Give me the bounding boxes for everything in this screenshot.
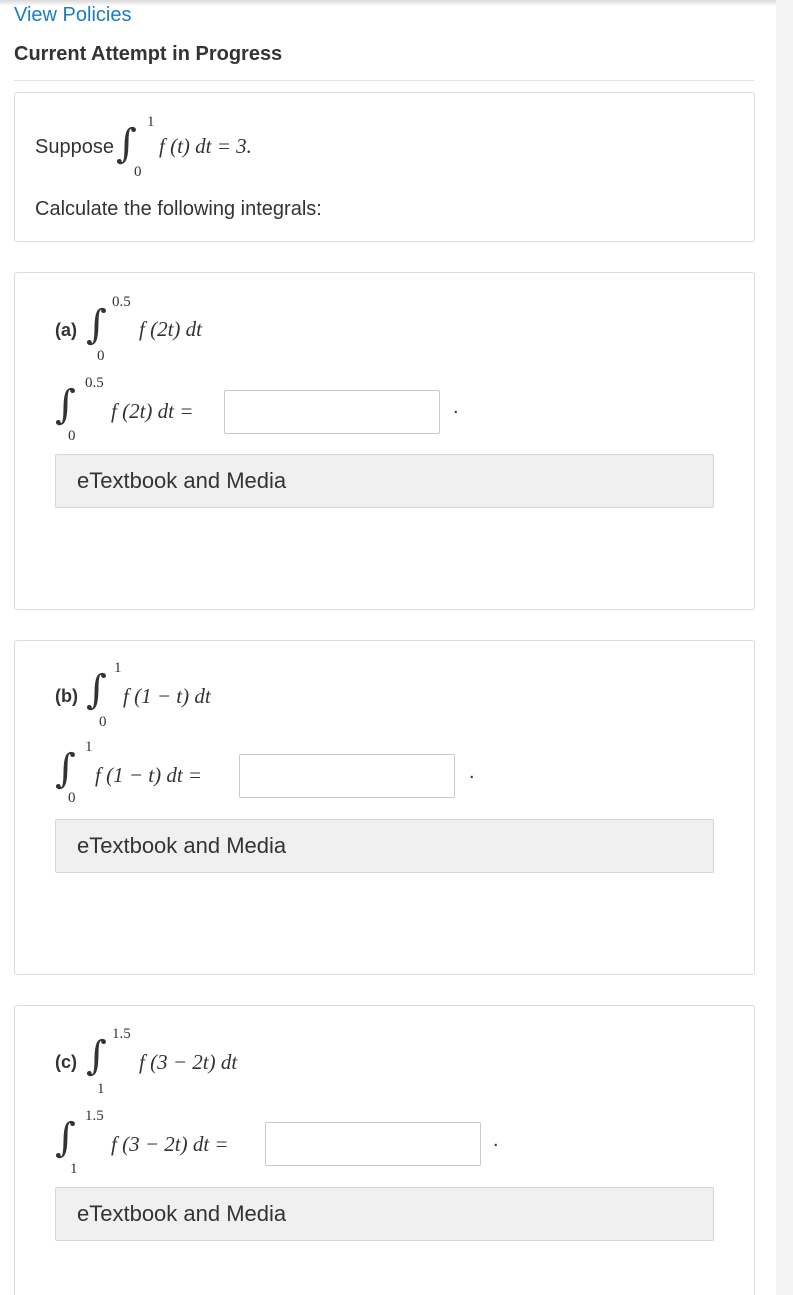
scrollbar-track[interactable] — [776, 0, 793, 1295]
answer-input[interactable] — [239, 754, 455, 798]
integral-sign-icon: ∫ — [86, 302, 107, 348]
lower-limit: 0 — [99, 714, 107, 730]
lower-limit: 0 — [68, 428, 76, 444]
part-label: (b) — [55, 686, 78, 706]
upper-limit: 1 — [85, 739, 93, 755]
part-c-card: (c) ∫ 1.5 1 f (3 − 2t) dt ∫ 1.5 1 f (3 −… — [14, 1005, 755, 1295]
divider — [14, 80, 754, 81]
part-a-card: (a) ∫ 0.5 0 f (2t) dt ∫ 0.5 0 f (2t) dt … — [14, 272, 755, 610]
upper-limit: 0.5 — [112, 294, 131, 310]
part-b-card: (b) ∫ 1 0 f (1 − t) dt ∫ 1 0 f (1 − t) d… — [14, 640, 755, 975]
lower-limit: 0 — [134, 164, 142, 180]
question-integrand: f (1 − t) dt — [123, 684, 211, 708]
question-integrand: f (3 − 2t) dt — [139, 1050, 238, 1074]
etextbook-media-button[interactable]: eTextbook and Media — [55, 1187, 714, 1241]
instruction-text: Calculate the following integrals: — [35, 198, 322, 220]
integral-sign-icon: ∫ — [55, 382, 76, 428]
answer-input[interactable] — [224, 390, 440, 434]
integral-sign-icon: ∫ — [55, 746, 76, 792]
upper-limit: 1.5 — [112, 1026, 131, 1042]
period: . — [469, 761, 475, 783]
lower-limit: 1 — [70, 1161, 78, 1177]
upper-limit: 0.5 — [85, 375, 104, 391]
part-label: (a) — [55, 320, 77, 340]
given-integrand: f (t) dt = 3. — [159, 134, 252, 158]
upper-limit: 1.5 — [85, 1108, 104, 1124]
integral-sign-icon: ∫ — [116, 121, 137, 167]
upper-limit: 1 — [114, 660, 122, 676]
view-policies-link[interactable]: View Policies — [14, 4, 131, 27]
upper-limit: 1 — [147, 114, 155, 130]
integral-sign-icon: ∫ — [86, 667, 107, 713]
suppose-text: Suppose — [35, 136, 114, 158]
etextbook-media-button[interactable]: eTextbook and Media — [55, 454, 714, 508]
answer-integrand: f (3 − 2t) dt = — [111, 1132, 229, 1156]
integral-sign-icon: ∫ — [86, 1033, 107, 1079]
period: . — [453, 396, 459, 418]
question-intro-card: Suppose ∫ 1 0 f (t) dt = 3. Calculate th… — [14, 92, 755, 242]
lower-limit: 0 — [68, 790, 76, 806]
answer-integrand: f (1 − t) dt = — [95, 763, 203, 787]
answer-input[interactable] — [265, 1122, 481, 1166]
etextbook-media-button[interactable]: eTextbook and Media — [55, 819, 714, 873]
answer-integrand: f (2t) dt = — [111, 399, 194, 423]
attempt-title: Current Attempt in Progress — [14, 43, 283, 65]
period: . — [493, 1129, 499, 1151]
lower-limit: 0 — [97, 348, 105, 364]
question-integrand: f (2t) dt — [139, 317, 202, 341]
lower-limit: 1 — [97, 1081, 105, 1097]
part-label: (c) — [55, 1052, 77, 1072]
integral-sign-icon: ∫ — [55, 1115, 76, 1161]
